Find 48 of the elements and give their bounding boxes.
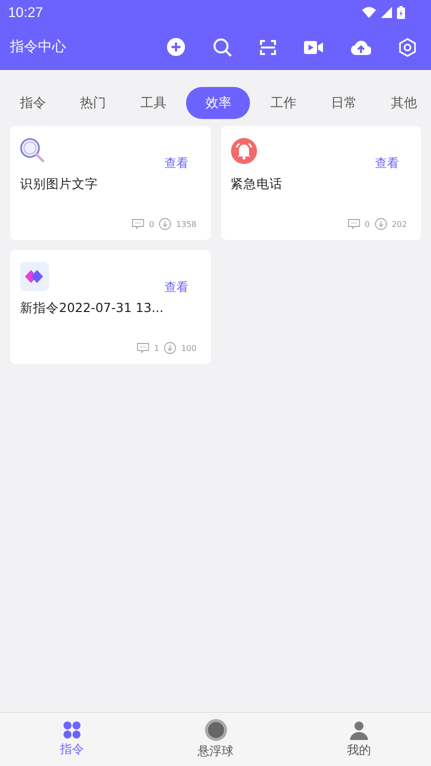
- category-tab[interactable]: 工作: [256, 87, 311, 119]
- comment-icon: [137, 343, 150, 353]
- battery-icon: [397, 6, 405, 18]
- video-icon[interactable]: [304, 40, 323, 54]
- download-icon: [374, 218, 387, 230]
- command-card[interactable]: 查看 识别图片文字 0 1358: [10, 126, 210, 240]
- command-title: 识别图片文字: [20, 176, 99, 193]
- download-count: 1358: [176, 220, 196, 228]
- cloud-upload-icon[interactable]: [351, 40, 371, 54]
- command-card[interactable]: 查看 新指令2022-07-31 13... 1 100: [10, 250, 210, 364]
- settings-icon[interactable]: [399, 38, 416, 56]
- comment-count: 0: [149, 220, 154, 228]
- view-link[interactable]: 查看: [164, 279, 200, 296]
- category-tab[interactable]: 效率: [186, 87, 250, 119]
- comment-icon: [348, 219, 360, 229]
- comment-count: 1: [154, 344, 160, 352]
- add-icon[interactable]: [167, 38, 185, 56]
- download-icon: [159, 218, 172, 230]
- command-card[interactable]: 查看 紧急电话 0 202: [220, 126, 421, 240]
- nav-item[interactable]: 指令: [0, 713, 144, 766]
- wifi-icon: [362, 6, 376, 18]
- download-count: 100: [181, 344, 196, 352]
- app-title: 指令中心: [10, 38, 66, 56]
- person-icon: [349, 720, 370, 740]
- nav-item[interactable]: 我的: [287, 713, 431, 766]
- bell-icon: [230, 138, 256, 164]
- search-icon[interactable]: [213, 38, 232, 56]
- scan-icon[interactable]: [260, 40, 276, 54]
- status-time: 10:27: [8, 4, 44, 20]
- view-link[interactable]: 查看: [375, 155, 411, 172]
- grid-icon: [62, 721, 81, 739]
- command-title: 新指令2022-07-31 13...: [20, 300, 164, 317]
- category-tab[interactable]: 其他: [376, 87, 431, 119]
- nav-item[interactable]: 悬浮球: [144, 713, 288, 766]
- comment-icon: [132, 219, 144, 229]
- category-tab[interactable]: 热门: [66, 87, 120, 119]
- category-tab[interactable]: 指令: [6, 87, 60, 119]
- category-tab[interactable]: 日常: [316, 87, 371, 119]
- download-icon: [164, 342, 176, 354]
- command-title: 紧急电话: [230, 176, 284, 193]
- view-link[interactable]: 查看: [164, 155, 200, 172]
- diamonds-icon: [20, 262, 49, 291]
- download-count: 202: [392, 220, 407, 228]
- signal-icon: [381, 6, 392, 18]
- comment-count: 0: [364, 220, 370, 228]
- category-tab[interactable]: 工具: [126, 87, 180, 119]
- magnifier-icon: [20, 138, 45, 163]
- floating-ball-icon: [204, 719, 226, 741]
